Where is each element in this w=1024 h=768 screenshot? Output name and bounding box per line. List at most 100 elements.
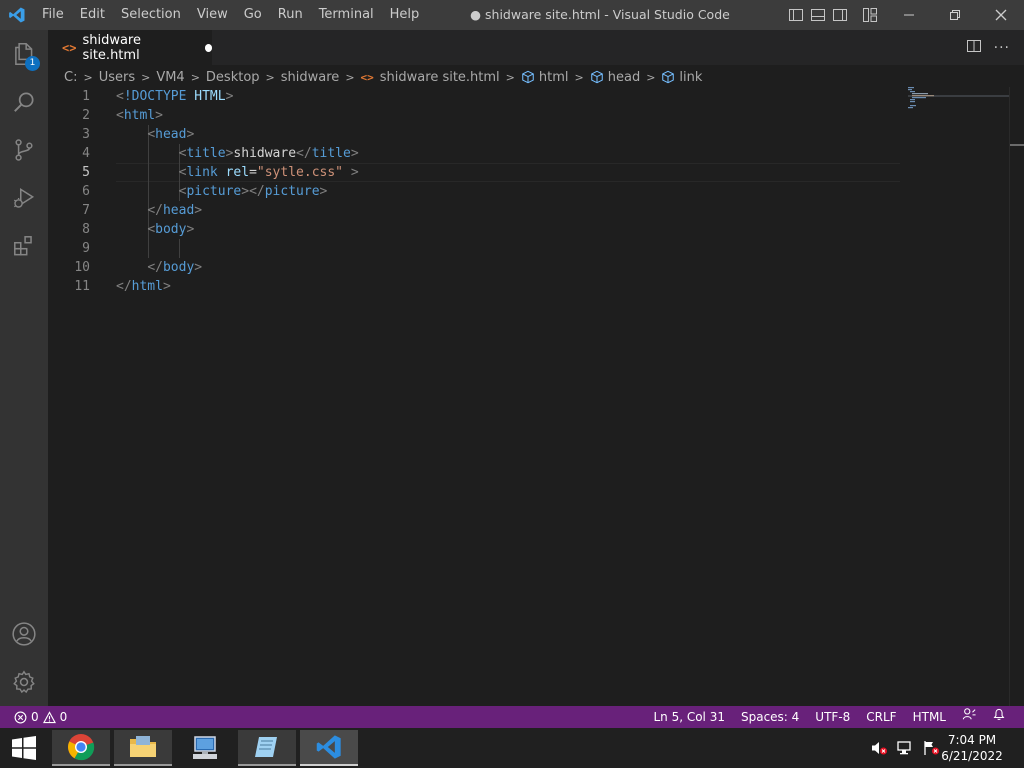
encoding[interactable]: UTF-8 [807,706,858,728]
taskbar-remote-desktop[interactable] [176,730,234,766]
vscode-logo-icon[interactable] [0,0,34,30]
code-line[interactable]: 1 <!DOCTYPE HTML> [48,87,900,106]
menu-edit[interactable]: Edit [72,0,113,30]
end-of-line[interactable]: CRLF [858,706,904,728]
menu-file[interactable]: File [34,0,72,30]
minimap[interactable] [908,87,1010,127]
minimize-button[interactable] [886,0,932,30]
chevron-right-icon: > [141,70,151,84]
chevron-right-icon: > [265,70,275,84]
code-line[interactable]: 11 </html> [48,277,900,296]
problems-indicator[interactable]: 0 0 [14,706,67,728]
customize-layout-icon[interactable] [862,7,878,23]
restore-button[interactable] [932,0,978,30]
code-line[interactable]: 6 <picture></picture> [48,182,900,201]
line-number: 1 [82,89,90,104]
vertical-scrollbar[interactable] [1009,87,1010,706]
toggle-secondary-sidebar-icon[interactable] [832,7,848,23]
line-number: 4 [82,146,90,161]
notifications-bell-icon[interactable] [984,706,1014,728]
symbol-label: head [607,69,641,85]
code-line[interactable]: 3 <head> [48,125,900,144]
html-file-icon: <> [360,70,374,84]
code-line[interactable]: 5 <link rel="sytle.css" > [48,163,900,182]
code-text: </html> [116,279,171,294]
code-line[interactable]: 2 <html> [48,106,900,125]
extensions-icon[interactable] [0,222,48,270]
taskbar-file-explorer[interactable] [114,730,172,766]
explorer-icon[interactable]: 1 [0,30,48,78]
search-icon[interactable] [0,78,48,126]
breadcrumb-symbol-html[interactable]: html [521,70,569,85]
language-mode[interactable]: HTML [905,706,954,728]
unsaved-dot-icon[interactable] [204,43,212,52]
symbol-label: link [679,69,703,85]
taskbar-notepad[interactable] [238,730,296,766]
tab-shidware-site[interactable]: <> shidware site.html [48,30,212,65]
code-text: <!DOCTYPE HTML> [116,89,234,104]
breadcrumb-symbol-head[interactable]: head [590,70,640,85]
breadcrumb-drive[interactable]: C: [64,70,77,85]
chevron-right-icon: > [505,70,515,84]
menu-terminal[interactable]: Terminal [311,0,382,30]
title-bar: File Edit Selection View Go Run Terminal… [0,0,1024,30]
action-center-flag-icon[interactable] [922,739,940,757]
symbol-element-icon [662,70,675,84]
toggle-primary-sidebar-icon[interactable] [788,7,804,23]
error-icon [14,711,27,723]
status-right-items: Ln 5, Col 31 Spaces: 4 UTF-8 CRLF HTML [645,706,1014,728]
menu-selection[interactable]: Selection [113,0,189,30]
code-line[interactable]: 4 <title>shidware</title> [48,144,900,163]
code-line[interactable]: 8 <body> [48,220,900,239]
cursor-position[interactable]: Ln 5, Col 31 [645,706,733,728]
menu-go[interactable]: Go [236,0,270,30]
network-icon[interactable] [896,739,914,757]
taskbar-chrome[interactable] [52,730,110,766]
breadcrumb-desktop[interactable]: Desktop [206,70,260,85]
manage-gear-icon[interactable] [0,658,48,706]
menu-view[interactable]: View [189,0,236,30]
line-number: 11 [74,279,90,294]
menu-run[interactable]: Run [270,0,311,30]
chevron-right-icon: > [83,70,93,84]
breadcrumb-users[interactable]: Users [99,70,135,85]
windows-logo-icon [12,736,36,760]
windows-taskbar: 7:04 PM 6/21/2022 [0,728,1024,768]
breadcrumb-file[interactable]: <> shidware site.html [361,70,500,85]
breadcrumb-symbol-link[interactable]: link [661,70,702,85]
folder-icon [130,736,156,757]
chrome-icon [68,734,95,761]
code-editor[interactable]: 1 <!DOCTYPE HTML> 2 <html> 3 <head> 4 <title>… [48,87,1024,706]
accounts-icon[interactable] [0,610,48,658]
clock-date: 6/21/2022 [941,749,1003,763]
line-number: 3 [82,127,90,142]
code-line[interactable]: 7 </head> [48,201,900,220]
line-number: 2 [82,108,90,123]
run-and-debug-icon[interactable] [0,174,48,222]
symbol-element-icon [590,70,603,84]
code-text: <head> [147,127,195,142]
feedback-icon[interactable] [954,706,984,728]
line-number: 8 [82,222,90,237]
indentation[interactable]: Spaces: 4 [733,706,807,728]
taskbar-clock[interactable]: 7:04 PM 6/21/2022 [940,732,1004,764]
line-number: 5 [82,165,90,180]
split-editor-icon[interactable] [966,38,982,58]
close-button[interactable] [978,0,1024,30]
breadcrumb-vm4[interactable]: VM4 [156,70,184,85]
more-actions-icon[interactable]: ··· [994,40,1010,56]
toggle-panel-icon[interactable] [810,7,826,23]
window-controls [886,0,1024,30]
code-line[interactable]: 10 </body> [48,258,900,277]
code-text: <picture></picture> [178,184,328,199]
line-number: 7 [82,203,90,218]
line-number: 6 [82,184,90,199]
source-control-icon[interactable] [0,126,48,174]
breadcrumb-shidware[interactable]: shidware [281,70,340,85]
code-line[interactable]: 9 [48,239,900,258]
volume-muted-icon[interactable] [870,739,888,757]
status-bar: 0 0 Ln 5, Col 31 Spaces: 4 UTF-8 CRLF HT… [0,706,1024,728]
taskbar-vscode[interactable] [300,730,358,766]
breadcrumb: C: > Users > VM4 > Desktop > shidware > … [64,66,702,88]
start-button[interactable] [0,728,48,768]
